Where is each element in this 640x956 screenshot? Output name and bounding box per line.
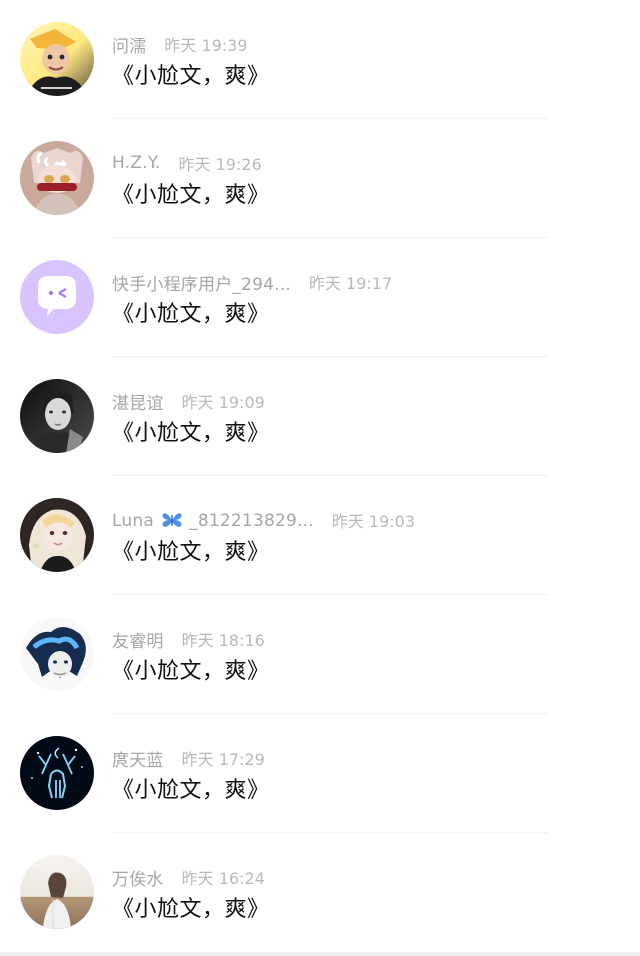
user-name-suffix: _812213829... [189, 510, 314, 531]
avatar[interactable] [20, 736, 94, 810]
comment-time: 昨天 17:29 [181, 750, 265, 769]
comment-time: 昨天 19:39 [164, 36, 248, 55]
user-name[interactable]: 问濡 [112, 32, 146, 57]
comment-item[interactable]: 快手小程序用户_294... 昨天 19:17 《小尬文，爽》 [0, 238, 640, 357]
comment-time: 昨天 19:09 [181, 393, 265, 412]
avatar[interactable] [20, 141, 94, 215]
comment-time: 昨天 19:26 [178, 155, 262, 174]
comment-text[interactable]: 《小尬文，爽》 [112, 772, 270, 804]
comment-text[interactable]: 《小尬文，爽》 [112, 415, 270, 447]
user-name-prefix: Luna [112, 510, 154, 531]
comment-text[interactable]: 《小尬文，爽》 [112, 58, 270, 90]
user-name[interactable]: 友睿明 [112, 627, 164, 652]
user-name[interactable]: H.Z.Y. [112, 153, 160, 173]
comment-item[interactable]: H.Z.Y. 昨天 19:26 《小尬文，爽》 [0, 119, 640, 238]
user-name[interactable]: 快手小程序用户_294... [112, 270, 291, 295]
user-name[interactable]: 湛昆谊 [112, 389, 164, 414]
comment-item[interactable]: Luna _812213829... 昨天 19:03 《小尬文，爽》 [0, 476, 640, 595]
user-name[interactable]: Luna _812213829... [112, 510, 314, 531]
comment-time: 昨天 16:24 [181, 869, 265, 888]
avatar[interactable] [20, 22, 94, 96]
user-name[interactable]: 庹天蓝 [112, 746, 164, 771]
butterfly-icon [162, 512, 182, 527]
comment-text[interactable]: 《小尬文，爽》 [112, 534, 270, 566]
avatar[interactable] [20, 498, 94, 572]
comment-item[interactable]: 万俟水 昨天 16:24 《小尬文，爽》 [0, 833, 640, 952]
avatar[interactable] [20, 260, 94, 334]
avatar[interactable] [20, 379, 94, 453]
comment-text[interactable]: 《小尬文，爽》 [112, 177, 270, 209]
comment-item[interactable]: 庹天蓝 昨天 17:29 《小尬文，爽》 [0, 714, 640, 833]
comment-item[interactable]: 友睿明 昨天 18:16 《小尬文，爽》 [0, 595, 640, 714]
comment-time: 昨天 19:17 [308, 274, 393, 293]
comment-text[interactable]: 《小尬文，爽》 [112, 891, 270, 923]
comment-text[interactable]: 《小尬文，爽》 [112, 296, 270, 328]
avatar[interactable] [20, 855, 94, 929]
comment-time: 昨天 19:03 [331, 512, 416, 531]
comment-item[interactable]: 湛昆谊 昨天 19:09 《小尬文，爽》 [0, 357, 640, 476]
comment-text[interactable]: 《小尬文，爽》 [112, 653, 270, 685]
user-name[interactable]: 万俟水 [112, 865, 164, 890]
comment-list: 问濡 昨天 19:39 《小尬文，爽》 H.Z.Y. 昨天 19:26 《小尬文… [0, 0, 640, 956]
comment-item[interactable]: 问濡 昨天 19:39 《小尬文，爽》 [0, 0, 640, 119]
avatar[interactable] [20, 617, 94, 691]
bottom-divider [0, 952, 640, 956]
comment-time: 昨天 18:16 [181, 631, 265, 650]
